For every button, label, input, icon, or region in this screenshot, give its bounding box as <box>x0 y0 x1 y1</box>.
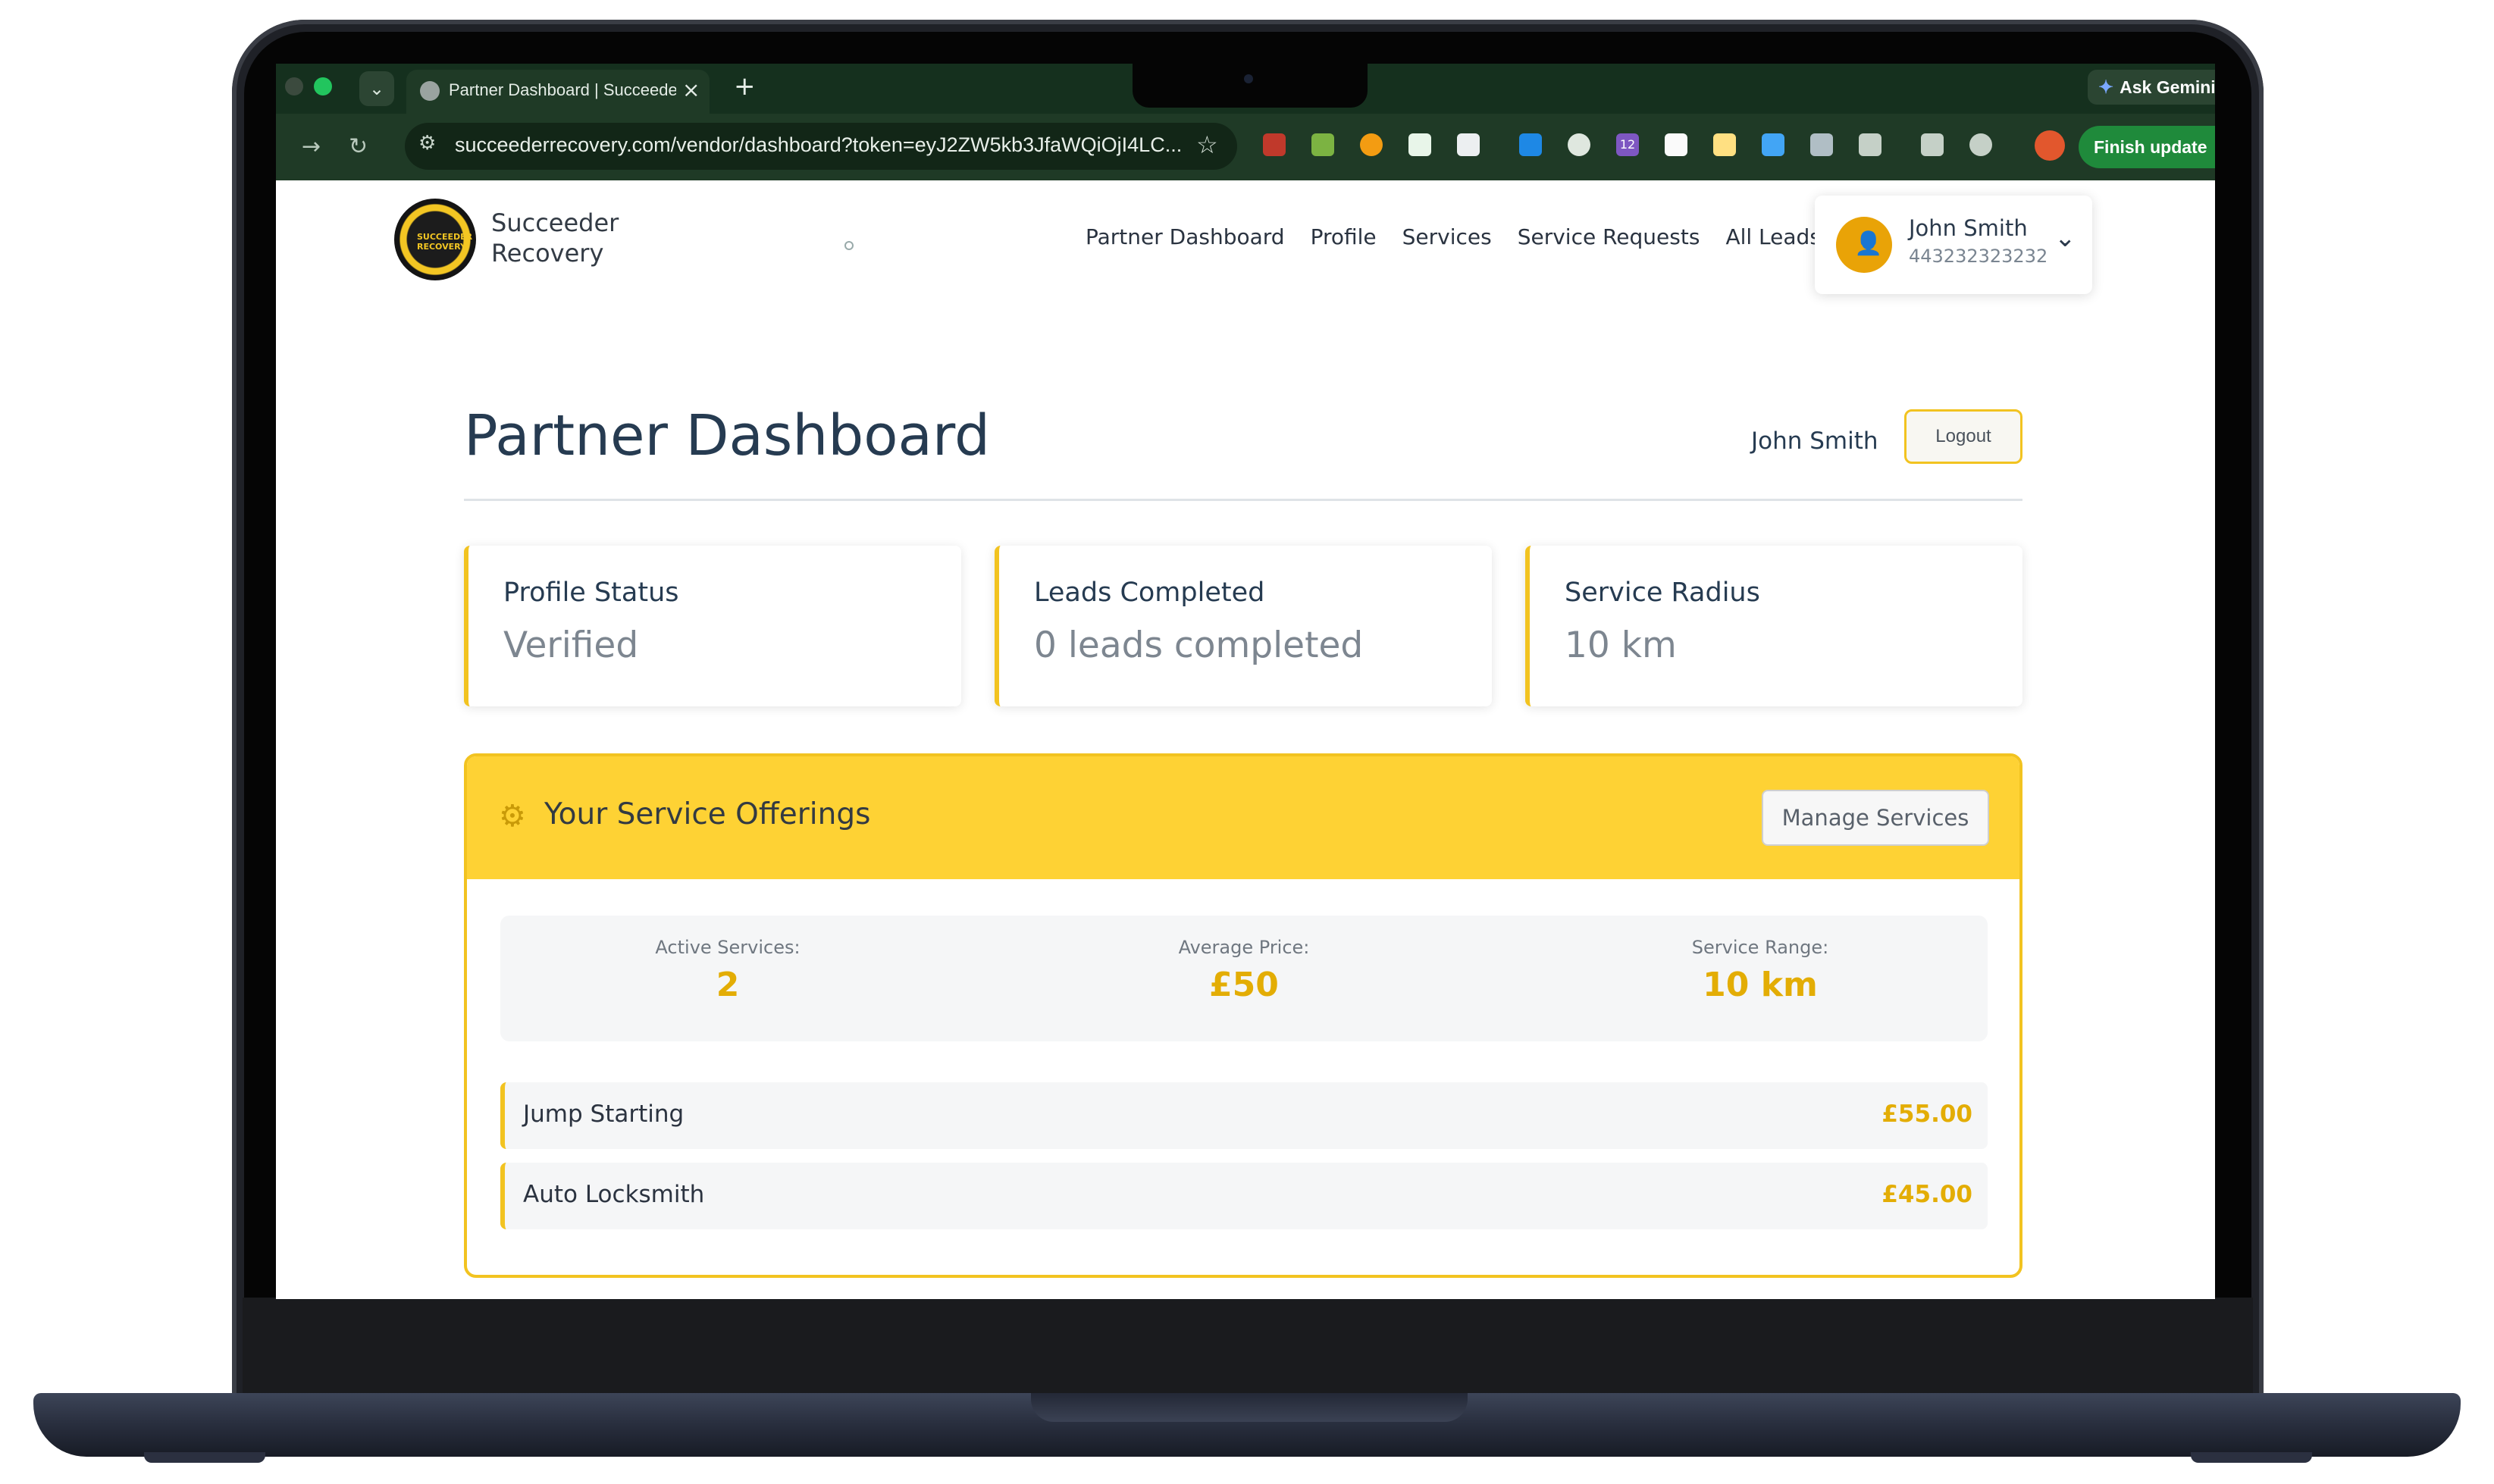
chevron-down-icon[interactable]: ⌄ <box>2054 223 2076 253</box>
browser-tab-bar: ⌄ Partner Dashboard | Succeeder × + ✦ As… <box>276 64 2215 114</box>
back-arrow-icon[interactable]: → <box>302 133 321 160</box>
laptop-hinge-notch <box>1031 1393 1468 1422</box>
browser-profile-avatar[interactable] <box>2035 130 2065 161</box>
laptop-foot-left <box>144 1452 265 1463</box>
summary-service-range: Service Range: 10 km <box>1533 937 1988 1004</box>
summary-value: 10 km <box>1703 966 1818 1004</box>
nav-dot-icon <box>844 241 854 250</box>
tab-search-chevron-icon[interactable]: ⌄ <box>359 71 394 106</box>
stat-value: 10 km <box>1565 625 1677 666</box>
site-info-icon[interactable]: ⚙ <box>418 132 436 155</box>
download-icon[interactable] <box>1921 133 1944 156</box>
web-page: SUCCEEDER RECOVERY Succeeder Recovery Pa… <box>276 180 2215 1299</box>
extension-image-icon[interactable] <box>1713 133 1736 156</box>
extension-code-icon[interactable] <box>1457 133 1480 156</box>
extension-pin-icon[interactable] <box>1263 133 1286 156</box>
tab-title: Partner Dashboard | Succeeder <box>449 80 676 99</box>
service-name: Auto Locksmith <box>523 1181 705 1208</box>
summary-value: 2 <box>716 966 740 1004</box>
service-price: £45.00 <box>1881 1181 1972 1208</box>
nav-partner-dashboard[interactable]: Partner Dashboard <box>1086 224 1285 258</box>
service-name: Jump Starting <box>523 1100 685 1128</box>
stat-value: Verified <box>503 625 639 666</box>
finish-update-button[interactable]: Finish update <box>2079 126 2215 168</box>
screen: ⌄ Partner Dashboard | Succeeder × + ✦ As… <box>276 64 2215 1299</box>
service-summary: Active Services: 2 Average Price: £50 Se… <box>500 916 1988 1041</box>
logo-lettering: SUCCEEDER RECOVERY <box>417 232 473 252</box>
user-icon: 👤 <box>1854 230 1883 257</box>
bookmark-star-icon[interactable]: ☆ <box>1196 130 1218 159</box>
summary-active-services: Active Services: 2 <box>500 937 955 1004</box>
window-close-button[interactable] <box>285 77 303 95</box>
gemini-sparkle-icon: ✦ <box>2098 77 2114 98</box>
user-phone: 443232323232 <box>1909 246 2048 267</box>
extension-cross-icon[interactable] <box>1311 133 1334 156</box>
manage-services-button[interactable]: Manage Services <box>1762 790 1989 846</box>
list-item[interactable]: Jump Starting £55.00 <box>500 1082 1988 1149</box>
camera-notch <box>1133 64 1368 108</box>
laptop-foot-right <box>2191 1452 2312 1463</box>
extension-blue-icon[interactable] <box>1519 133 1542 156</box>
stat-label: Leads Completed <box>1034 578 1265 608</box>
service-price: £55.00 <box>1881 1100 1972 1128</box>
nav-profile[interactable]: Profile <box>1311 224 1377 258</box>
stat-card-service-radius: Service Radius 10 km <box>1525 546 2022 706</box>
performance-icon[interactable] <box>1969 133 1992 156</box>
summary-label: Average Price: <box>1178 937 1310 958</box>
tab-close-icon[interactable]: × <box>682 77 700 102</box>
nav-services[interactable]: Services <box>1402 224 1492 258</box>
globe-icon <box>420 81 440 101</box>
extension-translate-icon[interactable] <box>1762 133 1784 156</box>
reload-icon[interactable]: ↻ <box>349 133 368 160</box>
logout-button[interactable]: Logout <box>1904 409 2022 464</box>
active-tab[interactable]: Partner Dashboard | Succeeder × <box>406 70 710 114</box>
user-menu[interactable]: 👤 John Smith 443232323232 ⌄ <box>1815 196 2092 294</box>
camera-icon <box>1244 74 1253 83</box>
extension-sheets-icon[interactable] <box>1408 133 1431 156</box>
extension-link-icon[interactable] <box>1568 133 1590 156</box>
new-tab-icon[interactable]: + <box>734 71 756 102</box>
page-title: Partner Dashboard <box>464 403 990 468</box>
extensions-puzzle-icon[interactable] <box>1859 133 1881 156</box>
summary-average-price: Average Price: £50 <box>1017 937 1471 1004</box>
address-bar[interactable]: ⚙ succeederrecovery.com/vendor/dashboard… <box>405 123 1237 170</box>
summary-label: Service Range: <box>1691 937 1829 958</box>
divider <box>464 499 2022 501</box>
stat-card-leads-completed: Leads Completed 0 leads completed <box>995 546 1492 706</box>
main-nav: Partner Dashboard Profile Services Servi… <box>1086 224 1821 258</box>
brand-name[interactable]: Succeeder Recovery <box>491 208 643 268</box>
window-maximize-button[interactable] <box>314 77 332 95</box>
nav-service-requests[interactable]: Service Requests <box>1518 224 1700 258</box>
ask-gemini-label: Ask Gemini <box>2120 77 2215 97</box>
laptop-chin <box>243 1298 2253 1396</box>
avatar: 👤 <box>1836 217 1892 273</box>
gears-icon: ⚙ <box>499 799 526 834</box>
site-logo[interactable]: SUCCEEDER RECOVERY <box>394 199 476 280</box>
extension-panda-icon[interactable] <box>1665 133 1687 156</box>
extension-grid-icon[interactable] <box>1810 133 1833 156</box>
nav-all-leads[interactable]: All Leads <box>1725 224 1820 258</box>
user-name: John Smith <box>1909 215 2028 241</box>
stat-label: Profile Status <box>503 578 679 608</box>
summary-label: Active Services: <box>655 937 801 958</box>
url-text[interactable]: succeederrecovery.com/vendor/dashboard?t… <box>455 133 1183 157</box>
service-offerings-title: Your Service Offerings <box>544 797 871 831</box>
extension-drop-icon[interactable] <box>1360 133 1383 156</box>
stat-card-profile-status: Profile Status Verified <box>464 546 961 706</box>
list-item[interactable]: Auto Locksmith £45.00 <box>500 1163 1988 1229</box>
service-offerings-header: ⚙ Your Service Offerings Manage Services <box>467 756 2019 879</box>
summary-value: £50 <box>1209 966 1279 1004</box>
header-username: John Smith <box>1751 427 1878 455</box>
service-offerings-panel: ⚙ Your Service Offerings Manage Services… <box>464 753 2022 1278</box>
stat-value: 0 leads completed <box>1034 625 1364 666</box>
extension-badge-icon[interactable]: 12 <box>1616 133 1639 156</box>
stat-label: Service Radius <box>1565 578 1760 608</box>
ask-gemini-button[interactable]: ✦ Ask Gemini <box>2088 70 2215 105</box>
